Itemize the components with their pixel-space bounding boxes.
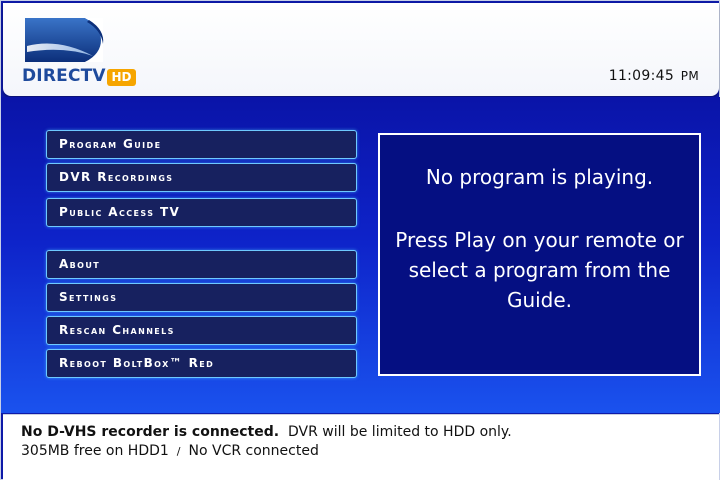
menu-item-program-guide[interactable]: Program Guide — [46, 130, 357, 159]
screen-frame: DIRECTV HD 11:09:45 PM Program Guide DVR… — [0, 0, 720, 480]
menu-item-about[interactable]: About — [46, 250, 357, 279]
status-separator: / — [176, 445, 181, 458]
header-bar: DIRECTV HD 11:09:45 PM — [3, 3, 719, 96]
status-line-dvhs: No D-VHS recorder is connected. DVR will… — [21, 424, 512, 440]
vcr-status: No VCR connected — [188, 443, 319, 459]
no-program-message: No program is playing. — [425, 165, 654, 189]
clock-ampm: PM — [680, 69, 699, 83]
hdd-free-space: 305MB free on HDD1 — [21, 443, 169, 459]
menu-item-rescan-channels[interactable]: Rescan Channels — [46, 316, 357, 345]
menu-item-dvr-recordings[interactable]: DVR Recordings — [46, 163, 357, 192]
play-instructions: Press Play on your remote or select a pr… — [395, 228, 684, 312]
directv-wordmark: DIRECTV — [22, 66, 106, 86]
dvhs-warning: No D-VHS recorder is connected. — [21, 424, 280, 440]
clock: 11:09:45 PM — [609, 68, 699, 84]
status-bar: No D-VHS recorder is connected. DVR will… — [3, 414, 719, 480]
hd-badge: HD — [107, 69, 136, 86]
directv-globe-logo-icon — [25, 18, 104, 62]
now-playing-panel: No program is playing. Press Play on you… — [378, 133, 701, 376]
menu-item-reboot-boltbox[interactable]: Reboot BoltBox™ Red — [46, 349, 357, 378]
dvr-limit-note: DVR will be limited to HDD only. — [288, 424, 512, 440]
menu-item-public-access-tv[interactable]: Public Access TV — [46, 198, 357, 227]
menu-item-settings[interactable]: Settings — [46, 283, 357, 312]
clock-time: 11:09:45 — [608, 68, 675, 84]
status-line-storage: 305MB free on HDD1 / No VCR connected — [21, 443, 319, 459]
